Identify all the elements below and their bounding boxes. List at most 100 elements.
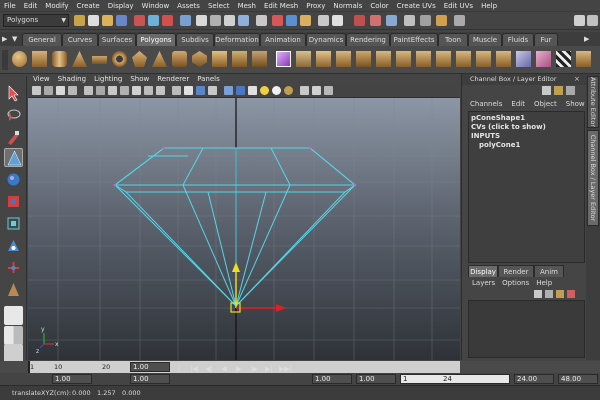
sidebar-toggle-icon[interactable] bbox=[404, 15, 415, 26]
soft-select-icon[interactable] bbox=[370, 15, 381, 26]
tab-rendering[interactable]: Rendering bbox=[346, 33, 390, 46]
history-icon[interactable] bbox=[256, 15, 267, 26]
snap-point-icon[interactable] bbox=[224, 15, 235, 26]
cvs-item[interactable]: CVs (click to show) bbox=[471, 123, 582, 132]
select-tool-icon[interactable] bbox=[4, 84, 23, 103]
reflection-icon[interactable] bbox=[386, 15, 397, 26]
menu-create[interactable]: Create bbox=[76, 2, 99, 10]
viewport-menu-view[interactable]: View bbox=[33, 75, 50, 83]
layers-icon[interactable] bbox=[554, 86, 563, 95]
tab-dynamics[interactable]: Dynamics bbox=[306, 33, 346, 46]
select-by-object-icon[interactable] bbox=[148, 15, 159, 26]
layer-menu-layers[interactable]: Layers bbox=[472, 279, 495, 287]
combine-icon[interactable] bbox=[212, 51, 227, 67]
high-quality-icon[interactable] bbox=[284, 86, 293, 95]
menu-proxy[interactable]: Proxy bbox=[306, 2, 325, 10]
offset-edge-icon[interactable] bbox=[396, 51, 411, 67]
show-manipulator-icon[interactable] bbox=[4, 258, 23, 277]
tab-fur[interactable]: Fur bbox=[534, 33, 558, 46]
menu-edit[interactable]: Edit bbox=[24, 2, 38, 10]
paint-select-tool-icon[interactable] bbox=[4, 128, 23, 147]
safe-action-icon[interactable] bbox=[144, 86, 153, 95]
tab-toon[interactable]: Toon bbox=[438, 33, 468, 46]
tab-attribute-editor[interactable]: Attribute Editor bbox=[587, 76, 599, 128]
layer-menu-help[interactable]: Help bbox=[536, 279, 552, 287]
lasso-tool-icon[interactable] bbox=[4, 106, 23, 125]
isolate-select-icon[interactable] bbox=[300, 86, 309, 95]
move-manipulator[interactable] bbox=[230, 262, 286, 313]
tab-anim[interactable]: Anim bbox=[534, 265, 564, 277]
shadows-icon[interactable] bbox=[248, 86, 257, 95]
append-icon[interactable] bbox=[336, 51, 351, 67]
manipulator-tool-icon[interactable] bbox=[4, 214, 23, 233]
bookmark-icon[interactable] bbox=[56, 86, 65, 95]
menu-modify[interactable]: Modify bbox=[45, 2, 68, 10]
menu-window[interactable]: Window bbox=[142, 2, 170, 10]
poke-icon[interactable] bbox=[476, 51, 491, 67]
move-tool-icon[interactable] bbox=[4, 148, 23, 167]
poly-cone-icon[interactable] bbox=[72, 51, 87, 67]
mask-icon[interactable] bbox=[180, 15, 191, 26]
tab-scroll-icon[interactable]: ▶ bbox=[584, 35, 589, 43]
tab-painteffects[interactable]: PaintEffects bbox=[390, 33, 438, 46]
menu-normals[interactable]: Normals bbox=[333, 2, 362, 10]
menu-file[interactable]: File bbox=[4, 2, 16, 10]
tab-surfaces[interactable]: Surfaces bbox=[98, 33, 136, 46]
magnet-icon[interactable] bbox=[354, 15, 365, 26]
move-layer-down-icon[interactable] bbox=[545, 290, 553, 298]
split-icon[interactable] bbox=[356, 51, 371, 67]
tab-deformation[interactable]: Deformation bbox=[214, 33, 260, 46]
start-time-field[interactable]: 1.00 bbox=[52, 374, 92, 384]
textured-icon[interactable] bbox=[224, 86, 233, 95]
save-scene-icon[interactable] bbox=[116, 15, 127, 26]
viewport-menu-panels[interactable]: Panels bbox=[197, 75, 220, 83]
merge-icon[interactable] bbox=[416, 51, 431, 67]
uv-editor-icon[interactable] bbox=[576, 51, 591, 67]
select-by-component-icon[interactable] bbox=[162, 15, 173, 26]
rename-icon[interactable] bbox=[332, 15, 343, 26]
channel-menu-channels[interactable]: Channels bbox=[470, 100, 502, 108]
poly-plane-icon[interactable] bbox=[92, 56, 107, 64]
wedge-icon[interactable] bbox=[496, 51, 511, 67]
menu-help[interactable]: Help bbox=[481, 2, 497, 10]
film-gate-icon[interactable] bbox=[96, 86, 105, 95]
tab-curves[interactable]: Curves bbox=[62, 33, 98, 46]
range-start-field-2[interactable]: 1.00 bbox=[356, 374, 396, 384]
four-pane-layout-icon[interactable] bbox=[4, 326, 23, 345]
tab-channel-box[interactable]: Channel Box / Layer Editor bbox=[587, 130, 599, 226]
separate-icon[interactable] bbox=[232, 51, 247, 67]
viewport-menu-show[interactable]: Show bbox=[130, 75, 149, 83]
menu-create-uvs[interactable]: Create UVs bbox=[397, 2, 436, 10]
rotate-tool-icon[interactable] bbox=[4, 170, 23, 189]
select-by-hierarchy-icon[interactable] bbox=[134, 15, 145, 26]
xray-joints-icon[interactable] bbox=[312, 86, 321, 95]
smooth-shade-icon[interactable] bbox=[184, 86, 193, 95]
poly-helix-icon[interactable] bbox=[192, 51, 207, 67]
menu-mesh[interactable]: Mesh bbox=[238, 2, 256, 10]
use-all-lights-icon[interactable] bbox=[236, 86, 245, 95]
backface-icon[interactable] bbox=[324, 86, 333, 95]
tab-general[interactable]: General bbox=[22, 33, 62, 46]
checker-icon[interactable] bbox=[556, 51, 571, 67]
shape-node-name[interactable]: pConeShape1 bbox=[471, 114, 582, 123]
bevel-icon[interactable] bbox=[436, 51, 451, 67]
single-pane-layout-icon[interactable] bbox=[4, 306, 23, 325]
default-light-icon[interactable] bbox=[260, 86, 269, 95]
tool-settings-icon[interactable] bbox=[436, 15, 447, 26]
shelf-menu-icon[interactable]: ▶ bbox=[2, 35, 10, 43]
range-end-field[interactable]: 24.00 bbox=[514, 374, 554, 384]
tab-fluids[interactable]: Fluids bbox=[502, 33, 534, 46]
viewport-canvas[interactable]: y x z bbox=[28, 98, 460, 360]
anim-end-field[interactable]: 48.00 bbox=[558, 374, 598, 384]
smooth-icon[interactable] bbox=[276, 51, 291, 67]
menu-color[interactable]: Color bbox=[370, 2, 388, 10]
flat-light-icon[interactable] bbox=[272, 86, 281, 95]
tab-display[interactable]: Display bbox=[468, 265, 498, 277]
soft-mod-icon[interactable] bbox=[4, 280, 23, 299]
grid-toggle-icon[interactable] bbox=[84, 86, 93, 95]
time-slider[interactable]: 1 10 20 bbox=[28, 361, 460, 373]
snap-plane-icon[interactable] bbox=[238, 15, 249, 26]
input-line-icon[interactable] bbox=[318, 15, 329, 26]
attribute-toggle-icon[interactable] bbox=[420, 15, 431, 26]
viewport-menu-renderer[interactable]: Renderer bbox=[157, 75, 189, 83]
